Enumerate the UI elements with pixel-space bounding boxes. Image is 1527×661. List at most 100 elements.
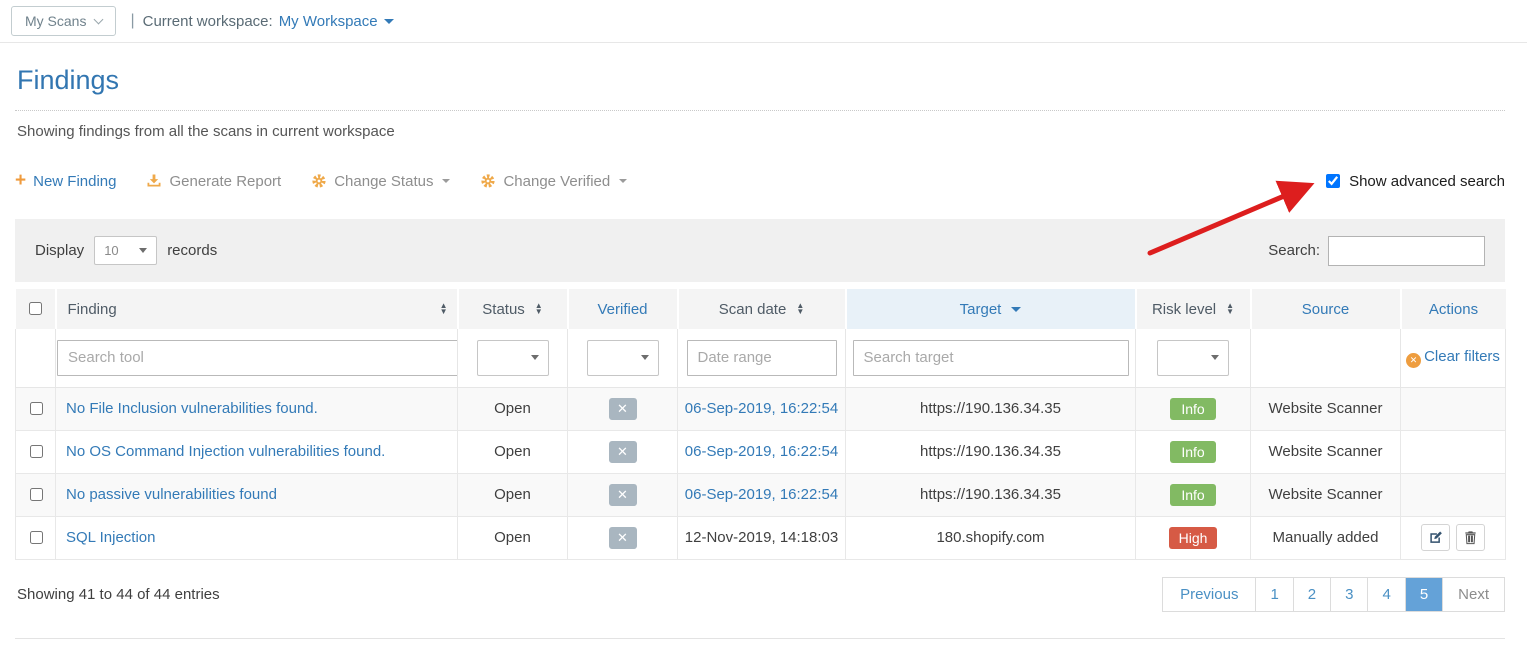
table-row: No OS Command Injection vulnerabilities … xyxy=(16,430,1506,473)
target-value: 180.shopify.com xyxy=(936,529,1044,546)
page-size-value: 10 xyxy=(104,243,118,258)
column-header-status[interactable]: Status xyxy=(458,289,568,329)
status-value: Open xyxy=(494,443,531,460)
select-all-checkbox[interactable] xyxy=(29,302,42,315)
workspace-selector[interactable]: My Workspace xyxy=(279,13,394,30)
sort-icon xyxy=(1226,303,1234,315)
findings-table: Finding Status Verified xyxy=(15,289,1506,560)
finding-link[interactable]: No File Inclusion vulnerabilities found. xyxy=(66,400,318,417)
status-header-label: Status xyxy=(482,301,525,318)
status-value: Open xyxy=(494,400,531,417)
table-row: No passive vulnerabilities found Open ✕ … xyxy=(16,473,1506,516)
filter-target-input[interactable] xyxy=(853,340,1129,376)
clear-filters-label: Clear filters xyxy=(1424,348,1500,365)
change-verified-dropdown[interactable]: Change Verified xyxy=(480,173,627,190)
change-verified-label: Change Verified xyxy=(503,173,610,190)
select-all-header xyxy=(16,289,56,329)
scan-date-link[interactable]: 06-Sep-2019, 16:22:54 xyxy=(685,486,838,503)
column-header-actions: Actions xyxy=(1401,289,1506,329)
sort-descending-icon xyxy=(1011,307,1021,312)
column-header-target[interactable]: Target xyxy=(846,289,1136,329)
delete-finding-button[interactable] xyxy=(1456,524,1485,551)
finding-link[interactable]: No OS Command Injection vulnerabilities … xyxy=(66,443,385,460)
status-value: Open xyxy=(494,486,531,503)
table-filter-row: Clear filters xyxy=(16,329,1506,387)
page-subtitle: Showing findings from all the scans in c… xyxy=(17,123,1505,140)
edit-finding-button[interactable] xyxy=(1421,524,1450,551)
filter-empty-cell xyxy=(16,329,56,387)
row-checkbox[interactable] xyxy=(30,445,43,458)
records-label: records xyxy=(167,242,217,259)
table-controls-bar: Display 10 records Search: xyxy=(15,219,1505,282)
top-bar: My Scans | Current workspace: My Workspa… xyxy=(0,0,1527,43)
page-size-select[interactable]: 10 xyxy=(94,236,157,265)
risk-level-badge: Info xyxy=(1170,484,1216,506)
gear-icon xyxy=(311,173,327,189)
column-header-finding[interactable]: Finding xyxy=(56,289,458,329)
source-header-label: Source xyxy=(1302,301,1350,318)
source-value: Website Scanner xyxy=(1269,400,1383,417)
display-label: Display xyxy=(35,242,84,259)
caret-down-icon xyxy=(619,179,627,183)
not-verified-icon: ✕ xyxy=(609,441,637,463)
filter-source-cell xyxy=(1251,329,1401,387)
page-bottom-divider xyxy=(15,638,1505,639)
my-scans-dropdown-button[interactable]: My Scans xyxy=(11,6,116,36)
filter-status-select[interactable] xyxy=(477,340,549,376)
pagination-page-1[interactable]: 1 xyxy=(1255,578,1292,611)
finding-link[interactable]: SQL Injection xyxy=(66,529,156,546)
pagination-page-4[interactable]: 4 xyxy=(1367,578,1404,611)
sort-icon xyxy=(796,303,804,315)
pagination-next-button[interactable]: Next xyxy=(1442,578,1504,611)
page-title: Findings xyxy=(17,65,1505,96)
pagination-page-2[interactable]: 2 xyxy=(1293,578,1330,611)
topbar-separator: | xyxy=(130,12,134,30)
trash-icon xyxy=(1463,530,1478,545)
column-header-source[interactable]: Source xyxy=(1251,289,1401,329)
finding-header-label: Finding xyxy=(68,301,117,318)
not-verified-icon: ✕ xyxy=(609,484,637,506)
pagination-page-5-active[interactable]: 5 xyxy=(1405,578,1442,611)
scan-date-link[interactable]: 06-Sep-2019, 16:22:54 xyxy=(685,443,838,460)
sort-icon xyxy=(440,303,448,315)
search-input[interactable] xyxy=(1328,236,1485,266)
change-status-dropdown[interactable]: Change Status xyxy=(311,173,450,190)
scan-date-link[interactable]: 06-Sep-2019, 16:22:54 xyxy=(685,400,838,417)
filter-risk-select[interactable] xyxy=(1157,340,1229,376)
gear-icon xyxy=(480,173,496,189)
pagination-page-3[interactable]: 3 xyxy=(1330,578,1367,611)
caret-down-icon xyxy=(1211,355,1219,360)
edit-icon xyxy=(1428,530,1443,545)
chevron-down-icon xyxy=(94,14,104,24)
source-value: Manually added xyxy=(1273,529,1379,546)
column-header-verified[interactable]: Verified xyxy=(568,289,678,329)
column-header-risk-level[interactable]: Risk level xyxy=(1136,289,1251,329)
workspace-name: My Workspace xyxy=(279,13,378,30)
source-value: Website Scanner xyxy=(1269,443,1383,460)
show-advanced-search-checkbox[interactable] xyxy=(1326,174,1340,188)
new-finding-button[interactable]: + New Finding xyxy=(15,173,116,190)
finding-link[interactable]: No passive vulnerabilities found xyxy=(66,486,277,503)
actions-cell xyxy=(1401,516,1506,559)
filter-tool-input[interactable] xyxy=(57,340,458,376)
my-scans-label: My Scans xyxy=(25,13,86,29)
row-checkbox[interactable] xyxy=(30,402,43,415)
caret-down-icon xyxy=(641,355,649,360)
show-advanced-search-control[interactable]: Show advanced search xyxy=(1322,171,1505,191)
row-checkbox[interactable] xyxy=(30,531,43,544)
show-advanced-search-label[interactable]: Show advanced search xyxy=(1349,173,1505,190)
actions-header-label: Actions xyxy=(1429,301,1478,318)
filter-verified-select[interactable] xyxy=(587,340,659,376)
row-checkbox[interactable] xyxy=(30,488,43,501)
filter-date-cell xyxy=(678,329,846,387)
actions-cell xyxy=(1401,387,1506,430)
clear-filters-button[interactable]: Clear filters xyxy=(1406,347,1500,368)
target-header-label: Target xyxy=(960,301,1002,318)
column-header-scan-date[interactable]: Scan date xyxy=(678,289,846,329)
filter-date-range-input[interactable] xyxy=(687,340,837,376)
pagination-previous-button[interactable]: Previous xyxy=(1163,578,1255,611)
generate-report-button[interactable]: Generate Report xyxy=(146,173,281,190)
scan-date-value: 12-Nov-2019, 14:18:03 xyxy=(685,529,838,546)
filter-risk-cell xyxy=(1136,329,1251,387)
filter-actions-cell: Clear filters xyxy=(1401,329,1506,387)
